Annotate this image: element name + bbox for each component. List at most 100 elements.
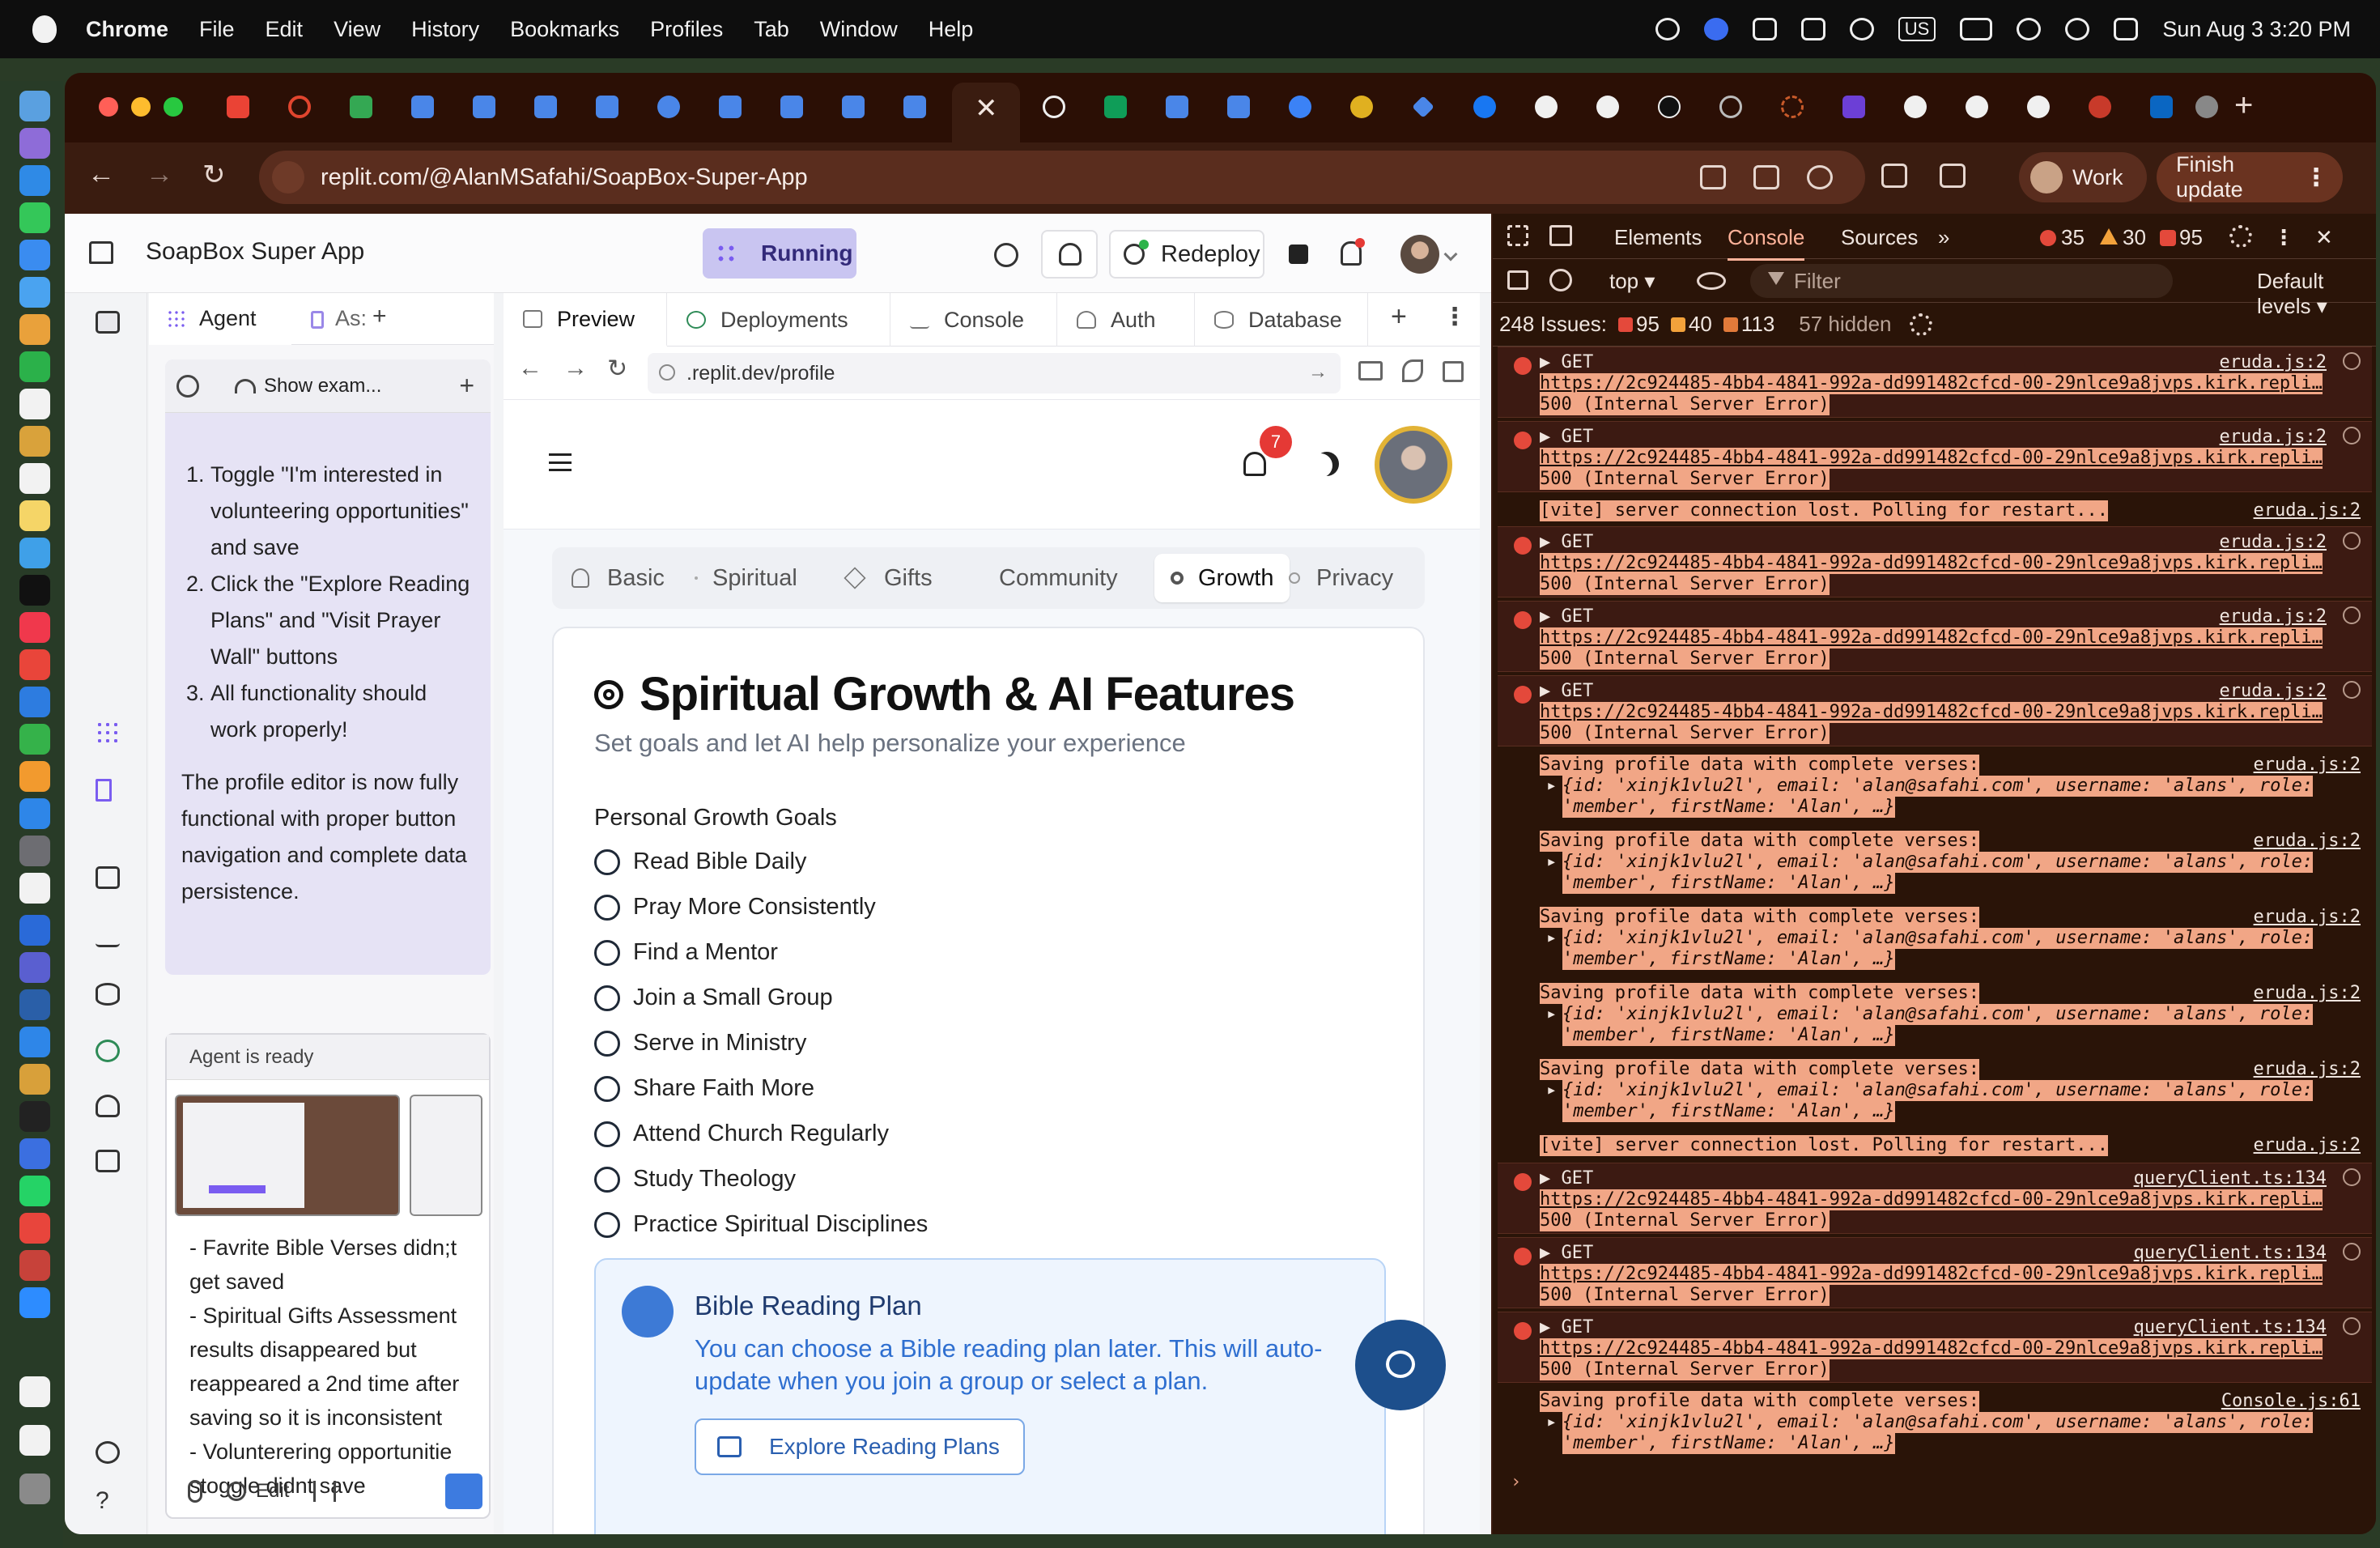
device-toolbar-icon[interactable] — [1549, 225, 1572, 246]
auth-icon[interactable] — [96, 1095, 120, 1117]
goal-option[interactable]: Practice Spiritual Disciplines — [594, 1211, 928, 1238]
log-object[interactable]: 'member', firstName: 'Alan', …} — [1562, 1101, 1895, 1122]
settings-icon[interactable] — [227, 1482, 246, 1501]
project-title[interactable]: SoapBox Super App — [146, 238, 364, 266]
menu-help[interactable]: Help — [929, 17, 974, 42]
whatsapp-icon[interactable] — [19, 1176, 50, 1206]
goal-option[interactable]: Study Theology — [594, 1166, 796, 1193]
invite-button[interactable] — [1041, 230, 1098, 279]
tab-sheets[interactable] — [1098, 89, 1133, 125]
extensions-icon[interactable] — [1881, 164, 1907, 188]
tab-deployments[interactable]: Deployments — [667, 293, 890, 347]
tab-site[interactable] — [1282, 89, 1318, 125]
chrome-menu-icon[interactable]: ⋮ — [2304, 164, 2328, 192]
issue-error-count[interactable]: 95 — [1636, 312, 1660, 337]
tab-site[interactable] — [2189, 89, 2225, 125]
news-icon[interactable] — [19, 649, 50, 680]
network-icon[interactable] — [2343, 1243, 2361, 1261]
network-icon[interactable] — [2343, 532, 2361, 550]
go-arrow-icon[interactable]: → — [1308, 361, 1328, 384]
settings-gear-icon[interactable] — [2229, 225, 2252, 248]
issues-label[interactable]: 248 Issues: — [1499, 312, 1607, 337]
explore-reading-plans-button[interactable]: Explore Reading Plans — [695, 1418, 1025, 1475]
play-icon[interactable] — [1849, 18, 1874, 40]
console-error-entry[interactable]: ▶ GET queryClient.ts:134 https://2c92448… — [1498, 1237, 2372, 1308]
teams-icon[interactable] — [19, 952, 50, 983]
sliders-icon[interactable] — [313, 1481, 337, 1502]
network-icon[interactable] — [2343, 352, 2361, 370]
eye-icon[interactable] — [1697, 272, 1726, 290]
tab-linkedin[interactable] — [2144, 89, 2179, 125]
network-icon[interactable] — [2343, 427, 2361, 444]
tab-console[interactable]: Console — [1728, 225, 1805, 261]
notes-icon[interactable] — [19, 500, 50, 531]
menu-icon[interactable] — [549, 453, 572, 471]
tab-gmail[interactable] — [220, 89, 256, 125]
expand-arrow-icon[interactable]: ▸ — [1546, 776, 1557, 797]
history-icon[interactable] — [176, 374, 199, 398]
tab-docs[interactable] — [589, 89, 625, 125]
tab-growth[interactable]: Growth — [1154, 554, 1290, 602]
moon-icon[interactable] — [1315, 452, 1339, 476]
log-url[interactable]: https://2c924485-4bb4-4841-992a-dd991482… — [1540, 373, 2323, 394]
log-source[interactable]: eruda.js:2 — [2254, 500, 2361, 521]
goal-option[interactable]: Find a Mentor — [594, 939, 778, 966]
radio-icon[interactable] — [594, 1121, 620, 1147]
menu-history[interactable]: History — [411, 17, 479, 42]
finish-update-button[interactable]: Finish update ⋮ — [2157, 152, 2343, 202]
devtools-menu-icon[interactable]: ⋮ — [2273, 225, 2294, 250]
error-count[interactable]: 35 — [2061, 225, 2085, 250]
menu-edit[interactable]: Edit — [266, 17, 304, 42]
system-settings-icon[interactable] — [19, 836, 50, 866]
tab-privacy[interactable]: Privacy — [1289, 547, 1393, 609]
console-log-entry[interactable]: [vite] server connection lost. Polling f… — [1498, 1130, 2372, 1159]
goal-option[interactable]: Pray More Consistently — [594, 894, 876, 921]
context-selector[interactable]: top ▾ — [1609, 269, 1655, 294]
password-key-icon[interactable] — [1700, 165, 1726, 189]
facetime-icon[interactable] — [19, 351, 50, 382]
dock-app-icon[interactable] — [19, 1064, 50, 1095]
radio-icon[interactable] — [594, 894, 620, 921]
music-icon[interactable] — [19, 612, 50, 643]
preview-app-icon[interactable] — [19, 873, 50, 904]
network-icon[interactable] — [2343, 1168, 2361, 1186]
edit-button[interactable]: Edit — [256, 1480, 289, 1503]
tab-docs[interactable] — [1159, 89, 1195, 125]
attached-screenshot[interactable] — [175, 1095, 400, 1216]
preview-back-button[interactable]: ← — [518, 355, 542, 382]
log-url[interactable]: https://2c924485-4bb4-4841-992a-dd991482… — [1540, 1264, 2323, 1285]
status-app-icon[interactable] — [1655, 18, 1680, 40]
goal-option[interactable]: Serve in Ministry — [594, 1030, 806, 1057]
log-object[interactable]: 'member', firstName: 'Alan', …} — [1562, 949, 1895, 970]
search-icon[interactable] — [994, 243, 1018, 267]
goal-option[interactable]: Join a Small Group — [594, 985, 833, 1011]
console-error-entry[interactable]: ▶ GET eruda.js:2 https://2c924485-4bb4-4… — [1498, 421, 2372, 492]
site-info-icon[interactable] — [272, 161, 304, 194]
freeform-icon[interactable] — [19, 538, 50, 568]
assistant-icon[interactable] — [96, 779, 112, 802]
preview-reload-button[interactable]: ↻ — [607, 355, 627, 383]
tab-docs[interactable] — [405, 89, 440, 125]
console-log-entry[interactable]: Saving profile data with complete verses… — [1498, 1054, 2372, 1129]
console-error-entry[interactable]: ▶ GET eruda.js:2 https://2c924485-4bb4-4… — [1498, 347, 2372, 418]
zoom-status-icon[interactable] — [1703, 18, 1728, 40]
close-window-button[interactable] — [99, 97, 118, 117]
log-url[interactable]: https://2c924485-4bb4-4841-992a-dd991482… — [1540, 553, 2323, 574]
log-source[interactable]: eruda.js:2 — [2220, 606, 2327, 627]
active-tab[interactable]: ✕ — [952, 83, 1020, 142]
log-source[interactable]: eruda.js:2 — [2254, 755, 2361, 776]
document-icon[interactable] — [19, 1376, 50, 1407]
preview-forward-button[interactable]: → — [563, 355, 588, 382]
pane-menu-icon[interactable]: ⋮ — [1443, 303, 1467, 331]
log-source[interactable]: queryClient.ts:134 — [2134, 1317, 2327, 1338]
chat-fab-button[interactable] — [1355, 1320, 1446, 1410]
log-object[interactable]: {id: 'xinjk1vlu2l', email: 'alan@safahi.… — [1562, 852, 2314, 873]
goal-option[interactable]: Read Bible Daily — [594, 848, 806, 875]
radio-icon[interactable] — [594, 1166, 620, 1193]
forward-button[interactable]: → — [146, 159, 173, 190]
tab-facebook[interactable] — [1467, 89, 1502, 125]
network-icon[interactable] — [2343, 606, 2361, 624]
log-object[interactable]: {id: 'xinjk1vlu2l', email: 'alan@safahi.… — [1562, 1004, 2314, 1025]
tab-docs[interactable] — [528, 89, 563, 125]
menu-view[interactable]: View — [334, 17, 380, 42]
